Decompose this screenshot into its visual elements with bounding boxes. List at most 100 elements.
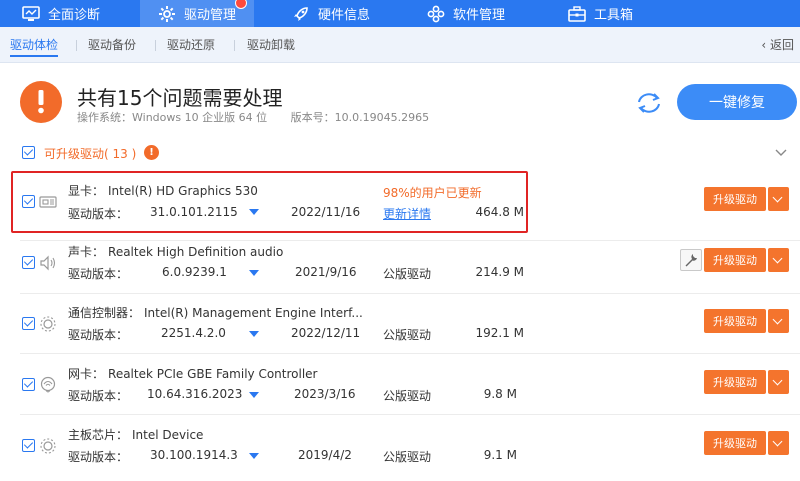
nav-label: 全面诊断	[48, 8, 101, 23]
device-model: Intel Device	[132, 428, 204, 442]
driver-size: 9.8 M	[483, 387, 517, 401]
network-icon	[39, 376, 57, 393]
row-checkbox[interactable]	[22, 378, 35, 391]
driver-status: 公版驱动	[383, 267, 432, 281]
chevron-left-icon: ‹	[761, 38, 770, 52]
version-value: 10.0.19045.2965	[334, 111, 430, 124]
version-label: 驱动版本：	[68, 389, 129, 403]
driver-date: 2019/4/2	[298, 448, 352, 462]
tab-divider	[76, 40, 77, 51]
upgrade-dropdown-button[interactable]	[768, 431, 789, 455]
version-label: 驱动版本：	[68, 450, 129, 464]
device-name: 通信控制器： Intel(R) Management Engine Interf.…	[68, 304, 363, 321]
upgrade-dropdown-button[interactable]	[768, 309, 789, 333]
device-category: 通信控制器：	[68, 306, 141, 320]
monitor-icon	[22, 5, 40, 23]
row-divider	[20, 293, 800, 294]
one-click-fix-button[interactable]: 一键修复	[677, 84, 797, 120]
system-info: 操作系统：Windows 10 企业版 64 位 版本号：10.0.19045.…	[77, 109, 435, 125]
nav-software-management[interactable]: 软件管理	[427, 0, 505, 27]
driver-version: 6.0.9239.1	[162, 265, 227, 279]
page-title: 共有15个问题需要处理	[77, 86, 283, 110]
nav-driver-management[interactable]: 驱动管理	[140, 0, 255, 27]
apps-icon	[427, 5, 445, 23]
back-button[interactable]: ‹ 返回	[761, 27, 794, 63]
driver-size: 9.1 M	[483, 448, 517, 462]
warning-icon	[20, 81, 62, 123]
driver-version: 10.64.316.2023	[147, 387, 243, 401]
rocket-icon	[292, 5, 310, 23]
device-model: Realtek High Definition audio	[108, 245, 284, 259]
tab-divider	[234, 40, 235, 51]
section-label: 可升级驱动( 13 )	[44, 147, 137, 161]
section-checkbox[interactable]	[22, 146, 35, 159]
upgrade-driver-button[interactable]: 升级驱动	[704, 370, 766, 394]
notification-badge	[235, 0, 247, 9]
upgrade-driver-button[interactable]: 升级驱动	[704, 187, 766, 211]
os-value: Windows 10 企业版 64 位	[132, 111, 268, 124]
top-nav: 全面诊断 驱动管理 硬件信息 软件管理 工具箱	[0, 0, 800, 27]
nav-toolbox[interactable]: 工具箱	[568, 0, 633, 27]
wrench-icon[interactable]	[680, 249, 702, 271]
tab-driver-uninstall[interactable]: 驱动卸载	[247, 27, 295, 63]
list-item: 声卡： Realtek High Definition audio 驱动版本： 6…	[0, 241, 800, 301]
highlight-box	[11, 171, 528, 233]
version-dropdown-icon[interactable]	[249, 270, 259, 276]
driver-status: 公版驱动	[383, 328, 432, 342]
driver-size: 214.9 M	[475, 265, 524, 279]
driver-size: 192.1 M	[475, 326, 524, 340]
speaker-icon	[39, 255, 57, 271]
upgrade-driver-button[interactable]: 升级驱动	[704, 248, 766, 272]
driver-date: 2023/3/16	[294, 387, 356, 401]
row-checkbox[interactable]	[22, 256, 35, 269]
list-item: 主板芯片： Intel Device 驱动版本： 30.100.1914.3 20…	[0, 424, 800, 481]
nav-label: 驱动管理	[184, 8, 237, 23]
tab-driver-backup[interactable]: 驱动备份	[88, 27, 136, 63]
upgrade-driver-button[interactable]: 升级驱动	[704, 309, 766, 333]
refresh-icon[interactable]	[634, 91, 664, 115]
version-dropdown-icon[interactable]	[249, 331, 259, 337]
sub-nav: 驱动体检 驱动备份 驱动还原 驱动卸载 ‹ 返回	[0, 27, 800, 63]
driver-version: 2251.4.2.0	[161, 326, 226, 340]
device-name: 网卡： Realtek PCIe GBE Family Controller	[68, 365, 317, 382]
device-category: 网卡：	[68, 367, 105, 381]
row-divider	[20, 353, 800, 354]
row-divider	[20, 414, 800, 415]
device-name: 主板芯片： Intel Device	[68, 426, 203, 443]
tab-driver-restore[interactable]: 驱动还原	[167, 27, 215, 63]
version-dropdown-icon[interactable]	[249, 453, 259, 459]
device-name: 声卡： Realtek High Definition audio	[68, 243, 283, 260]
back-label: 返回	[769, 38, 794, 52]
tab-driver-check[interactable]: 驱动体检	[10, 27, 59, 63]
row-checkbox[interactable]	[22, 317, 35, 330]
version-label: 版本号：	[290, 111, 335, 124]
upgrade-driver-button[interactable]: 升级驱动	[704, 431, 766, 455]
nav-label: 硬件信息	[318, 8, 371, 23]
info-badge: !	[144, 145, 159, 160]
device-category: 声卡：	[68, 245, 105, 259]
driver-version: 30.100.1914.3	[150, 448, 238, 462]
upgrade-dropdown-button[interactable]	[768, 248, 789, 272]
chevron-down-icon[interactable]	[775, 147, 787, 159]
driver-date: 2021/9/16	[295, 265, 357, 279]
os-label: 操作系统：	[77, 111, 132, 124]
device-model: Intel(R) Management Engine Interf...	[144, 306, 363, 320]
upgrade-dropdown-button[interactable]	[768, 370, 789, 394]
version-label: 驱动版本：	[68, 328, 129, 342]
upgrade-dropdown-button[interactable]	[768, 187, 789, 211]
tab-divider	[155, 40, 156, 51]
toolbox-icon	[568, 5, 586, 23]
version-dropdown-icon[interactable]	[249, 392, 259, 398]
nav-label: 软件管理	[453, 8, 506, 23]
nav-full-diagnosis[interactable]: 全面诊断	[22, 0, 100, 27]
driver-date: 2022/12/11	[291, 326, 361, 340]
driver-status: 公版驱动	[383, 389, 432, 403]
gear-icon	[158, 5, 176, 23]
nav-hardware-info[interactable]: 硬件信息	[292, 0, 370, 27]
device-category: 主板芯片：	[68, 428, 129, 442]
chip-icon	[39, 437, 57, 454]
version-label: 驱动版本：	[68, 267, 129, 281]
chip-icon	[39, 315, 57, 332]
driver-status: 公版驱动	[383, 450, 432, 464]
row-checkbox[interactable]	[22, 439, 35, 452]
